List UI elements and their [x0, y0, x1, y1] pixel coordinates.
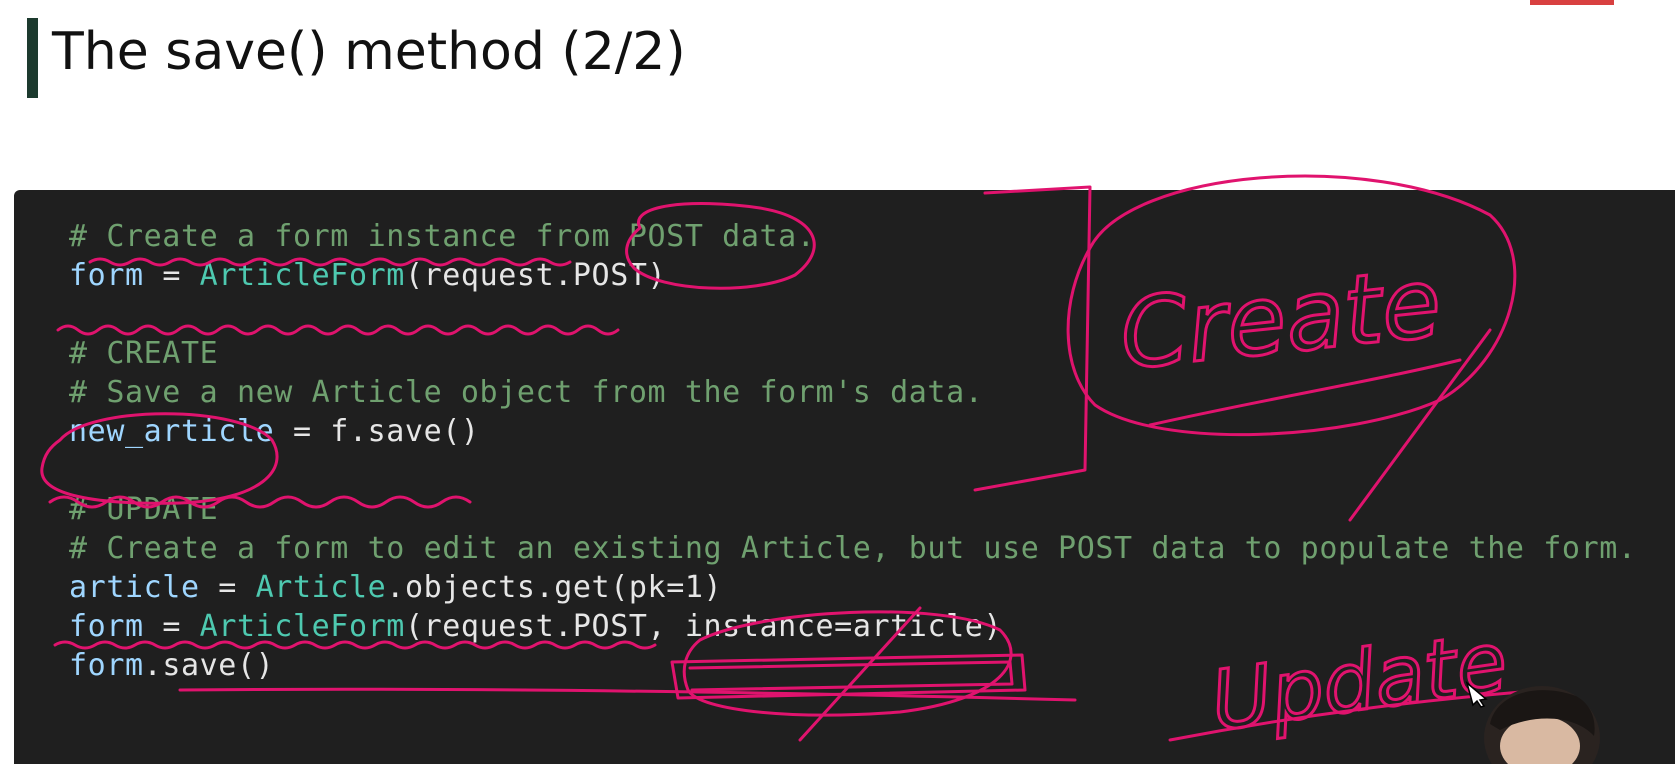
code-comment-save-new: # Save a new Article object from the for…: [69, 375, 984, 410]
code-line-article-get: article = Article.objects.get(pk=1): [69, 568, 722, 608]
code-rest: .save(): [143, 648, 275, 683]
code-comment-edit-existing: # Create a form to edit an existing Arti…: [69, 531, 1637, 566]
code-var: form: [69, 648, 144, 683]
code-rest: .objects.get(pk=1): [386, 570, 723, 605]
code-block: # Create a form instance from POST data.…: [14, 190, 1675, 764]
code-line-form-save: form.save(): [69, 646, 274, 686]
code-var: form: [69, 609, 144, 644]
code-op: =: [274, 414, 331, 449]
title-accent-bar: [27, 18, 38, 98]
code-rest: (request.POST, instance=article): [404, 609, 1003, 644]
slide-title: The save() method (2/2): [52, 22, 686, 82]
code-comment-update-heading: # UPDATE: [69, 492, 219, 527]
code-line-form-update: form = ArticleForm(request.POST, instanc…: [69, 607, 1002, 647]
pen-cursor-icon: [1464, 680, 1492, 708]
code-rest: f.save(): [330, 414, 480, 449]
code-rest: (request.POST): [404, 258, 667, 293]
code-class: Article: [255, 570, 387, 605]
code-op: =: [143, 258, 200, 293]
code-line-new-article: new_article = f.save(): [69, 412, 480, 452]
code-var: new_article: [69, 414, 275, 449]
code-line-form-create: form = ArticleForm(request.POST): [69, 256, 666, 296]
code-class: ArticleForm: [199, 609, 405, 644]
code-var: form: [69, 258, 144, 293]
code-comment-create-heading: # CREATE: [69, 336, 219, 371]
top-badge: [1530, 0, 1614, 5]
code-var: article: [69, 570, 200, 605]
presenter-video-thumbnail: [1476, 674, 1601, 768]
code-comment-create-form: # Create a form instance from POST data.: [69, 219, 816, 254]
code-op: =: [143, 609, 200, 644]
code-class: ArticleForm: [199, 258, 405, 293]
code-op: =: [199, 570, 256, 605]
